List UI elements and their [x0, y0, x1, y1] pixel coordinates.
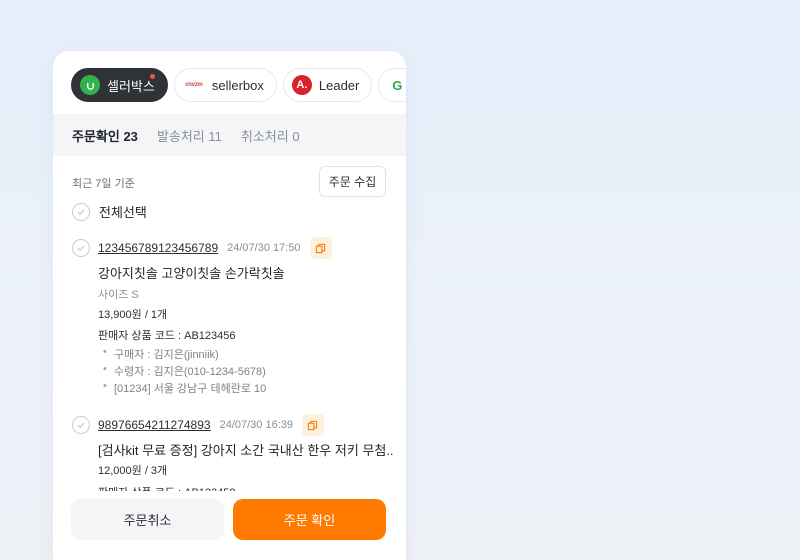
order-status-tabs: 주문확인 23 발송처리 11 취소처리 0: [53, 114, 406, 156]
order-number[interactable]: 123456789123456789: [98, 241, 218, 255]
seller-product-code: 판매자 상품 코드 : AB123456: [98, 330, 236, 342]
channel-chip-g[interactable]: G: [378, 68, 406, 102]
channel-label: sellerbox: [211, 77, 264, 93]
confirm-order-button[interactable]: 주문 확인: [233, 499, 386, 540]
action-bar: 주문취소 주문 확인: [53, 491, 406, 560]
order-datetime: 24/07/30 16:39: [219, 419, 293, 431]
select-all-label: 전체선택: [99, 205, 147, 220]
product-name: 강아지칫솔 고양이칫솔 손가락칫솔: [98, 266, 285, 281]
order-datetime: 24/07/30 17:50: [227, 242, 301, 254]
channel-chip-sellerbox-kr[interactable]: 셀러박스: [71, 68, 168, 102]
collect-orders-button[interactable]: 주문 수집: [319, 166, 386, 197]
select-all[interactable]: 전체선택: [72, 202, 147, 221]
buyer-info: 구매자 : 김지은(jinniik): [98, 346, 219, 362]
channel-chip-leader[interactable]: A. Leader: [282, 68, 373, 102]
checkbox-icon[interactable]: [72, 416, 90, 434]
address-info: [01234] 서울 강남구 테헤란로 10: [98, 380, 266, 396]
product-name: [검사kit 무료 증정] 강아지 소간 국내산 한우 저키 무첨...: [98, 443, 394, 458]
receiver-info: 수령자 : 김지은(010-1234-5678): [98, 363, 266, 379]
copy-icon[interactable]: [309, 237, 332, 259]
tab-cancel[interactable]: 취소처리 0: [241, 126, 300, 145]
product-option: 사이즈 S: [98, 289, 139, 301]
order-item: 98976654211274893 24/07/30 16:39 [검사kit …: [72, 414, 394, 499]
tab-order-confirm[interactable]: 주문확인 23: [72, 126, 138, 145]
order-panel: 셀러박스 cnvzm sellerbox A. Leader G 주문확인 23…: [53, 51, 406, 560]
checkbox-icon[interactable]: [72, 239, 90, 257]
channel-label: 셀러박스: [107, 78, 155, 94]
notification-dot: [149, 74, 155, 79]
order-number[interactable]: 98976654211274893: [98, 418, 211, 432]
channel-chips: 셀러박스 cnvzm sellerbox A. Leader G: [71, 68, 406, 102]
cancel-order-button[interactable]: 주문취소: [71, 499, 224, 540]
price-quantity: 13,900원 / 1개: [98, 309, 168, 321]
price-quantity: 12,000원 / 3개: [98, 465, 168, 477]
sellerbox-bag-icon: [80, 75, 100, 95]
channel-chip-sellerbox[interactable]: cnvzm sellerbox: [173, 68, 277, 102]
copy-icon[interactable]: [301, 414, 324, 436]
period-label: 최근 7일 기준: [72, 178, 135, 190]
channel-label: Leader: [318, 77, 360, 93]
sellerbox-logo-icon: cnvzm: [182, 75, 205, 95]
checkbox-icon[interactable]: [72, 202, 90, 221]
tab-shipping[interactable]: 발송처리 11: [157, 126, 222, 145]
order-item: 123456789123456789 24/07/30 17:50 강아지칫솔 …: [72, 237, 392, 399]
leader-logo-icon: A.: [291, 75, 312, 95]
g-logo-icon: G: [387, 75, 406, 95]
